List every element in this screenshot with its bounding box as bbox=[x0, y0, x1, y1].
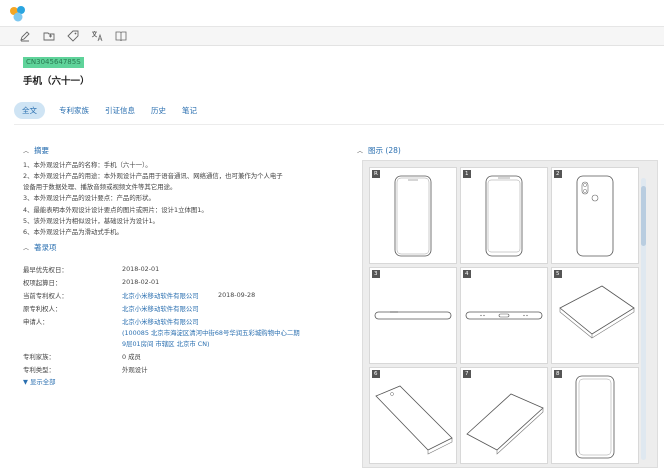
field-label: 最早优先权日： bbox=[23, 266, 68, 274]
abstract-line: 设备用于数据处理、播放音频或视频文件等其它用途。 bbox=[23, 183, 177, 191]
chevron-up-icon: ︿ bbox=[357, 148, 364, 155]
figures-header[interactable]: ︿ 图示 (28) bbox=[357, 145, 401, 156]
abstract-line: 3、本外观设计产品的设计要点：产品的形状。 bbox=[23, 194, 155, 202]
applicant-address[interactable]: (100085 北京市海淀区清河中街68号华润五彩城购物中心二期 bbox=[122, 328, 300, 337]
phone-side-drawing bbox=[374, 311, 452, 320]
abstract-line: 5、该外观设计为相似设计，基础设计为设计1。 bbox=[23, 217, 159, 225]
field-value: 2018-02-01 bbox=[122, 278, 160, 286]
phone-bottom-drawing bbox=[465, 311, 543, 320]
chevron-up-icon: ︿ bbox=[23, 245, 30, 252]
abstract-header[interactable]: ︿ 摘要 bbox=[23, 145, 49, 156]
figures-heading: 图示 (28) bbox=[368, 146, 401, 155]
applicant-link[interactable]: 北京小米移动软件有限公司 bbox=[122, 317, 199, 326]
biblio-header[interactable]: ︿ 著录项 bbox=[23, 242, 57, 253]
app-logo-icon[interactable] bbox=[9, 5, 27, 22]
toolbar bbox=[0, 27, 664, 46]
phone-perspective-drawing bbox=[375, 385, 453, 455]
field-label: 当前专利权人： bbox=[23, 292, 68, 300]
figure-thumbnail[interactable]: 6 bbox=[369, 367, 457, 464]
book-icon[interactable] bbox=[114, 29, 128, 43]
abstract-line: 4、最能表明本外观设计设计要点的图片或照片：设计1立体图1。 bbox=[23, 206, 208, 214]
figure-thumbnail[interactable]: 8 bbox=[551, 367, 639, 464]
phone-front-drawing bbox=[575, 375, 615, 459]
abstract-line: 2、本外观设计产品的用途：本外观设计产品用于语音通讯、网络通信，也可兼作为个人电… bbox=[23, 172, 283, 180]
figures-scrollbar-thumb[interactable] bbox=[641, 186, 646, 246]
phone-front-drawing bbox=[485, 175, 523, 257]
field-value: 0 成员 bbox=[122, 353, 141, 361]
figure-thumbnail[interactable]: 3 bbox=[369, 267, 457, 364]
translate-icon[interactable] bbox=[90, 29, 104, 43]
field-value-date: 2018-09-28 bbox=[218, 291, 256, 299]
abstract-heading: 摘要 bbox=[34, 146, 50, 155]
tab-divider bbox=[14, 124, 664, 125]
tab-family[interactable]: 专利家族 bbox=[59, 102, 89, 119]
field-value: 外观设计 bbox=[122, 366, 148, 374]
top-bar bbox=[0, 0, 664, 27]
field-label: 专利类型： bbox=[23, 366, 55, 374]
applicant-address[interactable]: 9层01房间 市辖区 北京市 CN) bbox=[122, 339, 210, 348]
tag-icon[interactable] bbox=[66, 29, 80, 43]
figure-thumbnail[interactable]: 2 bbox=[551, 167, 639, 264]
figures-panel: R 1 2 3 4 5 6 7 8 bbox=[362, 160, 658, 468]
field-label: 申请人： bbox=[23, 318, 49, 326]
tab-citations[interactable]: 引证信息 bbox=[105, 102, 135, 119]
folder-icon[interactable] bbox=[42, 29, 56, 43]
abstract-line: 6、本外观设计产品为滑动式手机。 bbox=[23, 228, 123, 236]
triangle-down-icon: ▼ bbox=[23, 378, 28, 386]
figure-thumbnail[interactable]: R bbox=[369, 167, 457, 264]
tab-fulltext[interactable]: 全文 bbox=[14, 102, 45, 119]
figure-thumbnail[interactable]: 5 bbox=[551, 267, 639, 364]
chevron-up-icon: ︿ bbox=[23, 148, 30, 155]
tab-history[interactable]: 历史 bbox=[151, 102, 166, 119]
tab-bar: 全文 专利家族 引证信息 历史 笔记 bbox=[14, 102, 213, 119]
pencil-icon[interactable] bbox=[18, 29, 32, 43]
show-all-link[interactable]: ▼ 显示全部 bbox=[23, 377, 56, 386]
figure-thumbnail[interactable]: 1 bbox=[460, 167, 548, 264]
figure-thumbnail[interactable]: 4 bbox=[460, 267, 548, 364]
field-label: 原专利权人： bbox=[23, 305, 62, 313]
figure-thumbnail[interactable]: 7 bbox=[460, 367, 548, 464]
phone-back-drawing bbox=[576, 175, 614, 257]
phone-perspective-drawing bbox=[466, 393, 544, 455]
assignee-link[interactable]: 北京小米移动软件有限公司 bbox=[122, 291, 199, 300]
field-label: 专利家族： bbox=[23, 353, 55, 361]
figure-grid: R 1 2 3 4 5 6 7 8 bbox=[369, 167, 639, 464]
page-title: 手机（六十一） bbox=[23, 76, 90, 87]
phone-front-drawing bbox=[394, 175, 432, 257]
field-value: 2018-02-01 bbox=[122, 265, 160, 273]
original-assignee-link[interactable]: 北京小米移动软件有限公司 bbox=[122, 304, 199, 313]
tab-notes[interactable]: 笔记 bbox=[182, 102, 197, 119]
abstract-line: 1、本外观设计产品的名称：手机（六十一）。 bbox=[23, 161, 152, 169]
phone-perspective-drawing bbox=[559, 285, 635, 339]
publication-number: CN304564785S bbox=[23, 57, 84, 68]
biblio-heading: 著录项 bbox=[34, 243, 57, 252]
field-label: 权项起算日： bbox=[23, 279, 62, 287]
